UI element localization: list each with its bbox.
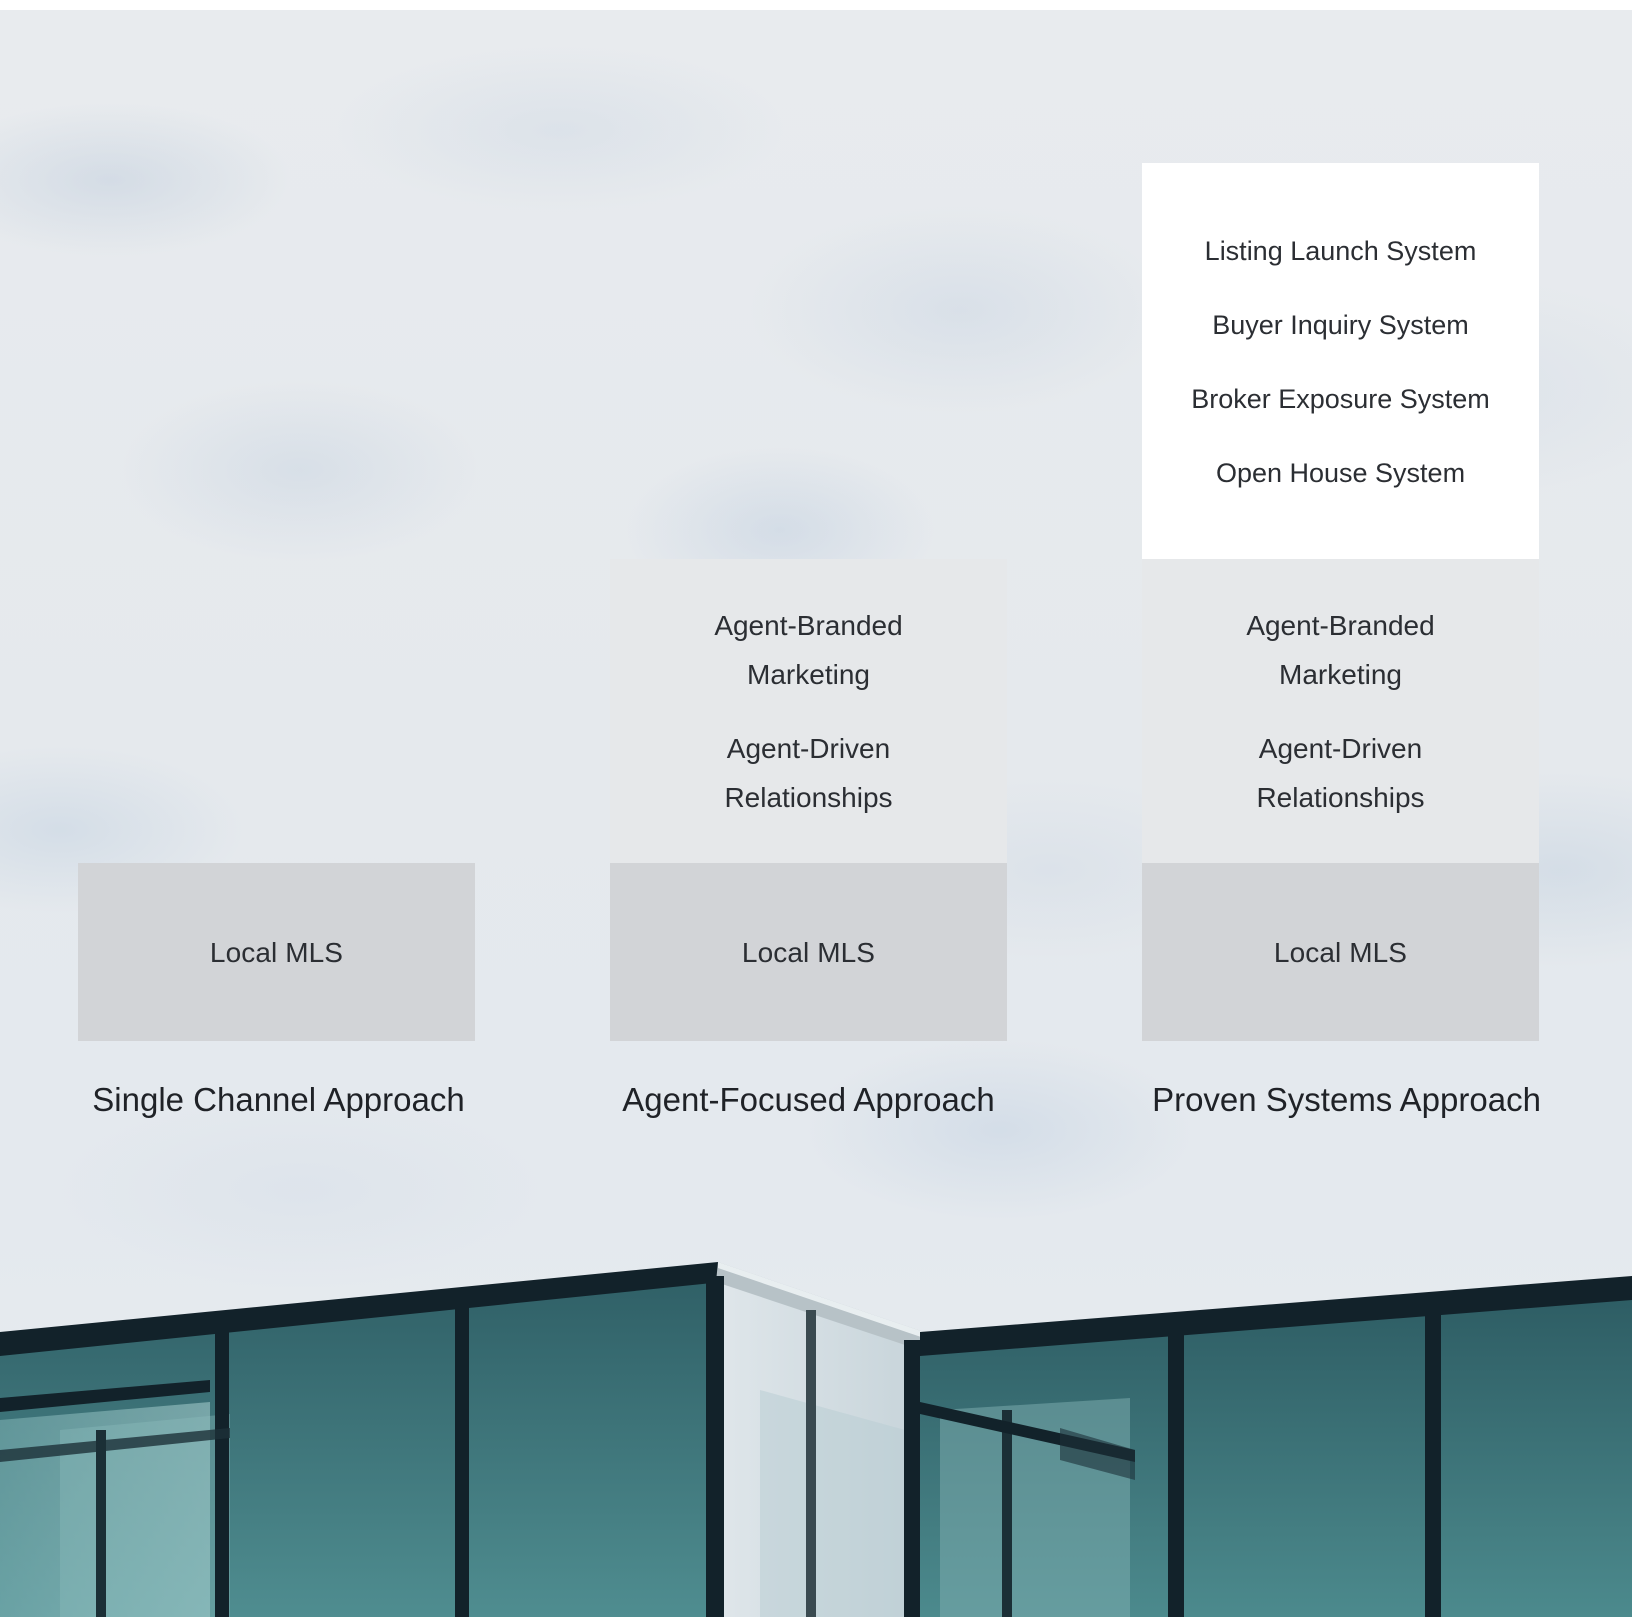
buyer-inquiry-system-label: Buyer Inquiry System [1212, 310, 1469, 340]
local-mls-label: Local MLS [741, 936, 876, 968]
approach-caption: Single Channel Approach [92, 1081, 465, 1118]
local-mls-block: Local MLS [610, 863, 1007, 1041]
agent-driven-relationships-label: Agent-Driven Relationships [1256, 732, 1425, 813]
approach-column-single-channel: Local MLS Single Channel Approach [78, 10, 475, 1160]
approach-caption: Agent-Focused Approach [622, 1081, 995, 1118]
agent-branded-marketing-label: Agent-Branded Marketing [1246, 609, 1435, 690]
local-mls-block: Local MLS [78, 863, 475, 1041]
local-mls-label: Local MLS [1273, 936, 1408, 968]
agent-layer-block: Agent-Branded Marketing Agent-Driven Rel… [1142, 559, 1539, 863]
local-mls-label: Local MLS [209, 936, 344, 968]
systems-layer-block: Listing Launch System Buyer Inquiry Syst… [1142, 163, 1539, 559]
agent-layer-block: Agent-Branded Marketing Agent-Driven Rel… [610, 559, 1007, 863]
approach-column-proven-systems: Listing Launch System Buyer Inquiry Syst… [1142, 10, 1541, 1160]
listing-launch-system-label: Listing Launch System [1204, 236, 1477, 266]
approach-column-agent-focused: Agent-Branded Marketing Agent-Driven Rel… [610, 10, 1007, 1160]
agent-driven-relationships-label: Agent-Driven Relationships [724, 732, 893, 813]
agent-branded-marketing-label: Agent-Branded Marketing [714, 609, 903, 690]
approach-caption: Proven Systems Approach [1152, 1081, 1541, 1118]
broker-exposure-system-label: Broker Exposure System [1191, 384, 1490, 414]
open-house-system-label: Open House System [1215, 458, 1466, 488]
diagram-canvas: Local MLS Single Channel Approach Agent-… [0, 10, 1632, 1617]
local-mls-block: Local MLS [1142, 863, 1539, 1041]
